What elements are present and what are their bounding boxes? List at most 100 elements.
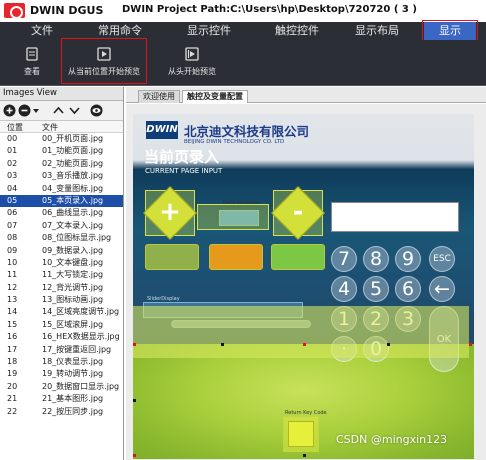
key-backspace[interactable]: ← [429, 276, 455, 302]
selection-handle[interactable] [387, 343, 390, 346]
menu-file[interactable]: 文件 [18, 22, 66, 40]
image-list-row[interactable]: 10 10_文本键盘.jpg [0, 257, 123, 269]
image-list-row[interactable]: 04 04_变量图标.jpg [0, 183, 123, 195]
view-button-label: 查看 [24, 67, 40, 76]
key-4[interactable]: 4 [331, 276, 357, 302]
image-filename: 21_基本图形.jpg [42, 394, 104, 404]
image-list-row[interactable]: 02 02_功能页面.jpg [0, 158, 123, 170]
key-5[interactable]: 5 [363, 276, 389, 302]
image-list-row[interactable]: 01 01_功能页面.jpg [0, 145, 123, 157]
image-list-row[interactable]: 20 20_数据窗口显示.jpg [0, 381, 123, 393]
dwin-logo-icon [4, 3, 25, 19]
preview-from-current-label: 从当前位置开始预览 [68, 67, 140, 76]
image-position: 09 [7, 245, 18, 255]
image-position: 06 [7, 208, 18, 218]
image-list-row[interactable]: 00 00_开机页面.jpg [0, 133, 123, 145]
image-filename: 01_功能页面.jpg [42, 146, 104, 156]
dropdown-arrow-icon[interactable] [32, 104, 40, 117]
image-list-row[interactable]: 15 15_区域滚屏.jpg [0, 319, 123, 331]
green-button-right[interactable] [271, 244, 325, 270]
plus-button[interactable]: + [151, 194, 189, 232]
list-header: 位置 文件 [0, 121, 123, 133]
image-position: 00 [7, 134, 18, 143]
image-filename: 11_大写锁定.jpg [42, 270, 104, 280]
image-filename: 15_区域滚屏.jpg [42, 319, 104, 329]
image-list-row[interactable]: 22 22_按压同步.jpg [0, 406, 123, 418]
key-esc[interactable]: ESC [429, 246, 455, 272]
image-list-row[interactable]: 11 11_大写锁定.jpg [0, 269, 123, 281]
menu-display-layout[interactable]: 显示布局 [342, 22, 412, 40]
tab-welcome[interactable]: 欢迎使用 [138, 90, 180, 103]
page-preview[interactable]: DWIN 北京迪文科技有限公司 BEIJING DWIN TECHNOLOGY … [133, 114, 474, 459]
add-icon[interactable] [3, 104, 16, 117]
image-list-row[interactable]: 21 21_基本图形.jpg [0, 393, 123, 405]
image-list-row[interactable]: 14 14_区域亮度调节.jpg [0, 306, 123, 318]
remove-icon[interactable] [18, 104, 31, 117]
image-list-row[interactable]: 17 17_按键重返回.jpg [0, 344, 123, 356]
move-up-icon[interactable] [52, 104, 65, 117]
image-list-row[interactable]: 08 08_位图标显示.jpg [0, 232, 123, 244]
return-key-button[interactable] [288, 421, 314, 447]
value-input-field[interactable] [331, 202, 459, 232]
image-position: 14 [7, 307, 18, 317]
return-key-touch-area[interactable] [283, 416, 319, 452]
image-list-row[interactable]: 03 03_音乐播放.jpg [0, 170, 123, 182]
tab-touch-variable-config[interactable]: 触控及变量配置 [182, 90, 248, 103]
image-filename: 09_数据录入.jpg [42, 245, 104, 255]
image-position: 13 [7, 295, 18, 305]
selection-handle[interactable] [221, 343, 224, 346]
image-filename: 07_文本录入.jpg [42, 220, 104, 230]
image-list-row[interactable]: 05 05_本页录入.jpg [0, 194, 123, 208]
preview-from-current-button[interactable]: 从当前位置开始预览 [62, 46, 146, 77]
image-list-row[interactable]: 06 06_曲线显示.jpg [0, 207, 123, 219]
selection-handle[interactable] [133, 399, 136, 402]
selection-handle[interactable] [133, 343, 136, 346]
selection-handle[interactable] [133, 454, 136, 457]
image-list-row[interactable]: 18 18_仪表显示.jpg [0, 356, 123, 368]
preview-eye-icon[interactable] [90, 104, 103, 117]
image-filename: 02_功能页面.jpg [42, 158, 104, 168]
preview-from-start-label: 从头开始预览 [168, 67, 216, 76]
image-list-row[interactable]: 09 09_数据录入.jpg [0, 245, 123, 257]
selection-handle[interactable] [469, 343, 472, 346]
project-path: DWIN Project Path:C:\Users\hp\Desktop\72… [122, 4, 417, 15]
menu-bar: 文件 常用命令 显示控件 触控控件 显示布局 显示 [0, 22, 486, 40]
view-button[interactable]: 查看 [14, 46, 50, 77]
key-9[interactable]: 9 [395, 246, 421, 272]
image-list-row[interactable]: 16 16_HEX数据显示.jpg [0, 331, 123, 343]
image-list-row[interactable]: 13 13_图标动画.jpg [0, 294, 123, 306]
image-position: 21 [7, 394, 18, 404]
selection-handle[interactable] [303, 343, 306, 346]
image-filename: 20_数据窗口显示.jpg [42, 381, 120, 391]
menu-touch-controls[interactable]: 触控控件 [257, 22, 337, 40]
preview-from-start-button[interactable]: 从头开始预览 [160, 46, 224, 77]
green-button-left[interactable] [145, 244, 199, 270]
brand-logo: DWIN [146, 121, 178, 139]
menu-display-controls[interactable]: 显示控件 [170, 22, 248, 40]
orange-button[interactable] [209, 244, 263, 270]
image-filename: 18_仪表显示.jpg [42, 357, 104, 367]
image-filename: 08_位图标显示.jpg [42, 233, 112, 243]
selection-handle[interactable] [303, 454, 306, 457]
image-list-row[interactable]: 07 07_文本录入.jpg [0, 220, 123, 232]
image-list-row[interactable]: 12 12_背光调节.jpg [0, 282, 123, 294]
play-icon [97, 47, 111, 61]
eye-icon [26, 47, 38, 61]
image-position: 10 [7, 257, 18, 267]
menu-common-commands[interactable]: 常用命令 [86, 22, 154, 40]
image-filename: 14_区域亮度调节.jpg [42, 307, 120, 317]
image-filename: 04_变量图标.jpg [42, 183, 104, 193]
key-7[interactable]: 7 [331, 246, 357, 272]
image-position: 22 [7, 406, 18, 416]
image-list-row[interactable]: 19 19_转动调节.jpg [0, 368, 123, 380]
key-8[interactable]: 8 [363, 246, 389, 272]
minus-button[interactable]: - [279, 194, 317, 232]
image-position: 12 [7, 282, 18, 292]
key-6[interactable]: 6 [395, 276, 421, 302]
move-down-icon[interactable] [68, 104, 81, 117]
image-position: 04 [7, 183, 18, 193]
menu-display[interactable]: 显示 [424, 22, 476, 40]
column-header-file: 文件 [42, 123, 58, 132]
image-position: 20 [7, 381, 18, 391]
keypad-touch-overlay[interactable] [133, 306, 469, 358]
